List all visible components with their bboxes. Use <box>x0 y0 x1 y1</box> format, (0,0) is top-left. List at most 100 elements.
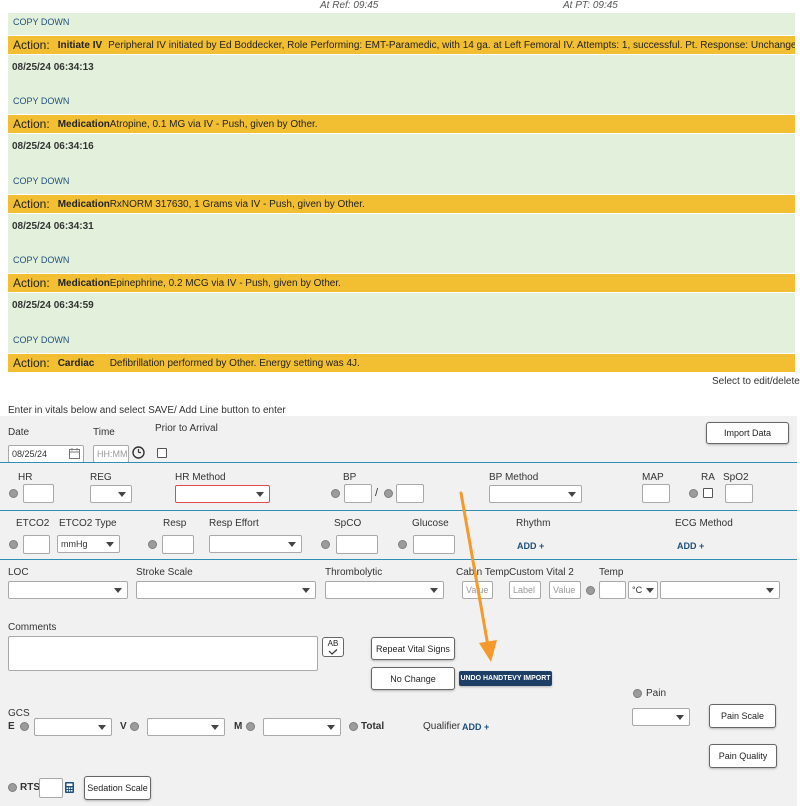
calendar-icon[interactable] <box>69 448 80 459</box>
custom-vital-value-input[interactable]: Value <box>549 581 581 599</box>
comments-textarea[interactable] <box>8 636 318 671</box>
hr-status-dot[interactable] <box>9 489 18 498</box>
timeline-entry: COPY DOWN <box>8 13 795 35</box>
hr-label: HR <box>18 472 33 483</box>
etco2-status-dot[interactable] <box>9 540 18 549</box>
map-input[interactable] <box>642 484 670 503</box>
thrombolytic-select[interactable] <box>325 581 444 599</box>
pain-status-dot[interactable] <box>633 689 642 698</box>
clock-icon[interactable] <box>132 446 145 459</box>
ra-status-dot[interactable] <box>689 489 698 498</box>
copy-down-link[interactable]: COPY DOWN <box>13 255 69 265</box>
gcs-v-label: V <box>120 721 127 732</box>
action-type: Cardiac <box>57 357 95 369</box>
timeline-entry: 08/25/24 06:34:13 COPY DOWN <box>8 55 795 114</box>
action-bar[interactable]: Action: Medication Atropine, 0.1 MG via … <box>8 115 795 133</box>
temp-input[interactable] <box>599 581 626 599</box>
gcs-total-status-dot[interactable] <box>349 722 358 731</box>
calculator-icon[interactable] <box>65 782 74 793</box>
hr-input[interactable] <box>23 484 54 503</box>
thrombolytic-label: Thrombolytic <box>325 567 383 578</box>
action-label: Action: <box>13 356 50 370</box>
spco-input[interactable] <box>336 535 378 554</box>
rts-input[interactable] <box>39 778 63 798</box>
custom-vital-label-input[interactable]: Label <box>509 581 541 599</box>
hr-method-label: HR Method <box>175 472 226 483</box>
custom-vital-label: Custom Vital 2 <box>509 567 574 578</box>
ra-checkbox[interactable] <box>703 488 713 498</box>
stroke-scale-select[interactable] <box>136 581 316 599</box>
hr-method-select[interactable] <box>175 485 270 503</box>
resp-status-dot[interactable] <box>148 540 157 549</box>
resp-input[interactable] <box>162 535 194 554</box>
etco2-label: ETCO2 <box>16 518 50 529</box>
gcs-verbal-select[interactable] <box>147 718 225 736</box>
action-bar[interactable]: Action: Medication RxNORM 317630, 1 Gram… <box>8 195 795 213</box>
temp-method-select[interactable] <box>660 581 780 599</box>
bp-diastolic-dot[interactable] <box>384 489 393 498</box>
no-change-button[interactable]: No Change <box>371 667 455 690</box>
resp-effort-select[interactable] <box>209 535 302 553</box>
bp-separator: / <box>375 487 379 499</box>
glucose-input[interactable] <box>413 535 455 554</box>
rhythm-add-link[interactable]: ADD + <box>517 541 544 551</box>
action-type: Initiate IV <box>57 39 103 51</box>
resp-label: Resp <box>163 518 187 529</box>
spellcheck-icon[interactable]: AB <box>322 637 344 657</box>
pain-quality-button[interactable]: Pain Quality <box>709 744 777 768</box>
time-input[interactable]: HH:MM <box>93 445 129 463</box>
at-pt-time: At PT: 09:45 <box>563 0 618 11</box>
copy-down-link[interactable]: COPY DOWN <box>13 335 69 345</box>
bp-method-label: BP Method <box>489 472 539 483</box>
temp-unit-select[interactable]: °C <box>628 581 658 599</box>
undo-handtevy-import-button[interactable]: UNDO HANDTEVY IMPORT <box>459 671 552 686</box>
etco2-type-select[interactable]: mmHg <box>57 535 120 553</box>
spco-status-dot[interactable] <box>321 540 330 549</box>
action-bar[interactable]: Action: Cardiac Defibrillation performed… <box>8 354 795 372</box>
etco2-input[interactable] <box>23 535 50 554</box>
etco2-type-value: mmHg <box>61 539 88 549</box>
chevron-down-icon <box>211 725 219 730</box>
action-text: Epinephrine, 0.2 MCG via IV - Push, give… <box>109 277 341 289</box>
reg-select[interactable] <box>90 485 132 503</box>
gcs-eye-select[interactable] <box>34 718 112 736</box>
bp-diastolic-input[interactable] <box>396 484 424 503</box>
chevron-down-icon <box>568 492 576 497</box>
gcs-m-status-dot[interactable] <box>246 722 255 731</box>
copy-down-link[interactable]: COPY DOWN <box>13 96 69 106</box>
gcs-e-status-dot[interactable] <box>20 722 29 731</box>
prior-to-arrival-label: Prior to Arrival <box>155 423 218 434</box>
loc-select[interactable] <box>8 581 128 599</box>
pain-scale-button[interactable]: Pain Scale <box>709 704 776 728</box>
pain-label: Pain <box>646 688 667 699</box>
temp-status-dot[interactable] <box>586 586 595 595</box>
action-bar[interactable]: Action: Initiate IV Peripheral IV initia… <box>8 36 795 54</box>
import-data-button[interactable]: Import Data <box>706 422 789 444</box>
stroke-scale-label: Stroke Scale <box>136 567 193 578</box>
action-bar[interactable]: Action: Medication Epinephrine, 0.2 MCG … <box>8 274 795 292</box>
chevron-down-icon <box>118 492 126 497</box>
spo2-input[interactable] <box>725 484 753 503</box>
action-type: Medication <box>57 198 110 210</box>
ecg-add-link[interactable]: ADD + <box>677 541 704 551</box>
glucose-status-dot[interactable] <box>398 540 407 549</box>
bp-status-dot[interactable] <box>331 489 340 498</box>
entry-timestamp: 08/25/24 06:34:13 <box>12 62 94 73</box>
sedation-scale-button[interactable]: Sedation Scale <box>84 776 151 800</box>
ecg-method-label: ECG Method <box>675 518 733 529</box>
gcs-v-status-dot[interactable] <box>130 722 139 731</box>
pain-select[interactable] <box>632 708 690 726</box>
prior-to-arrival-checkbox[interactable] <box>157 448 167 458</box>
action-label: Action: <box>13 117 50 131</box>
repeat-vital-signs-button[interactable]: Repeat Vital Signs <box>371 637 455 660</box>
qualifier-add-link[interactable]: ADD + <box>462 722 489 732</box>
chevron-down-icon <box>288 542 296 547</box>
bp-systolic-input[interactable] <box>344 484 372 503</box>
copy-down-link[interactable]: COPY DOWN <box>13 17 69 27</box>
copy-down-link[interactable]: COPY DOWN <box>13 176 69 186</box>
gcs-motor-select[interactable] <box>263 718 341 736</box>
rts-status-dot[interactable] <box>8 783 17 792</box>
bp-method-select[interactable] <box>489 485 582 503</box>
glucose-label: Glucose <box>412 518 449 529</box>
gcs-e-label: E <box>8 721 15 732</box>
